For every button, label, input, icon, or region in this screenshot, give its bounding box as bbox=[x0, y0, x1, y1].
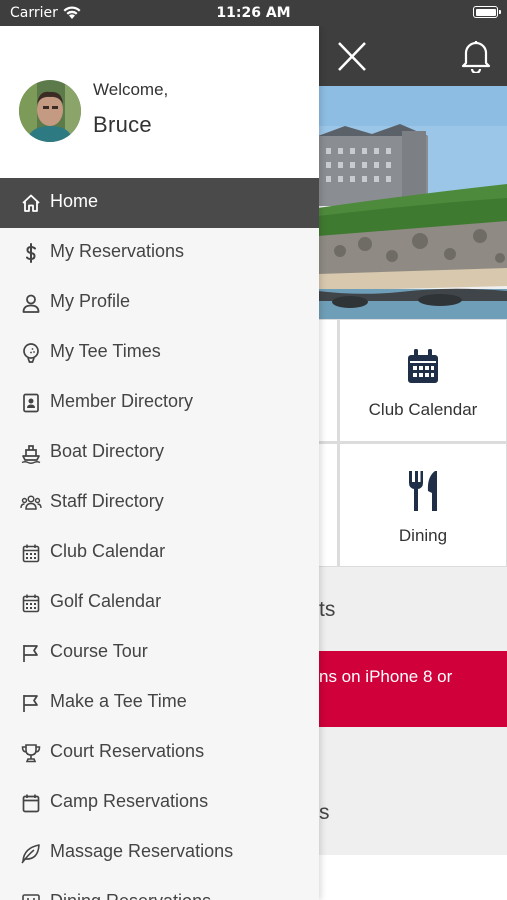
users-icon bbox=[20, 495, 42, 510]
boat-icon bbox=[21, 445, 41, 464]
menu-item-camp-reservations[interactable]: Camp Reservations bbox=[0, 778, 319, 828]
menu-item-label: My Reservations bbox=[50, 241, 185, 261]
calendar-blank-icon bbox=[22, 794, 40, 813]
menu-item-member-directory[interactable]: Member Directory bbox=[0, 378, 319, 428]
menu-item-my-tee-times[interactable]: My Tee Times bbox=[0, 328, 319, 378]
bell-icon bbox=[461, 41, 491, 75]
section-title: s bbox=[319, 801, 330, 824]
tile-hidden-2[interactable] bbox=[318, 444, 337, 566]
menu-item-label: My Tee Times bbox=[50, 341, 161, 361]
alert-text: ns on iPhone 8 or bbox=[319, 667, 453, 686]
notifications-button[interactable] bbox=[460, 39, 494, 75]
menu-item-home[interactable]: Home bbox=[0, 178, 319, 228]
trophy-icon bbox=[21, 744, 41, 763]
calendar-icon bbox=[22, 544, 40, 563]
status-bar: Carrier 11:26 AM bbox=[0, 0, 507, 26]
avatar bbox=[19, 80, 81, 142]
menu-item-my-profile[interactable]: My Profile bbox=[0, 278, 319, 328]
menu-item-golf-calendar[interactable]: Golf Calendar bbox=[0, 578, 319, 628]
menu-item-label: Home bbox=[50, 191, 99, 211]
menu-item-label: Club Calendar bbox=[50, 541, 166, 561]
menu-item-label: Boat Directory bbox=[50, 441, 165, 461]
menu-item-club-calendar[interactable]: Club Calendar bbox=[0, 528, 319, 578]
menu-item-label: Course Tour bbox=[50, 641, 148, 661]
menu-item-my-reservations[interactable]: My Reservations bbox=[0, 228, 319, 278]
leaf-icon bbox=[21, 844, 40, 864]
drawer-menu: Home My Reservations My Profile My Tee T… bbox=[0, 178, 319, 900]
battery-icon bbox=[473, 6, 501, 18]
contact-card-icon bbox=[23, 393, 39, 413]
tile-label: Dining bbox=[398, 526, 448, 545]
home-icon bbox=[22, 194, 40, 212]
clock: 11:26 AM bbox=[216, 5, 291, 21]
fork-knife-icon bbox=[409, 471, 437, 511]
menu-item-court-reservations[interactable]: Court Reservations bbox=[0, 728, 319, 778]
tile-club-calendar[interactable]: Club Calendar bbox=[340, 320, 506, 441]
golf-ball-icon bbox=[23, 343, 39, 363]
menu-item-label: Make a Tee Time bbox=[50, 691, 187, 711]
tile-dining[interactable]: Dining bbox=[340, 444, 506, 566]
close-icon bbox=[338, 42, 366, 71]
calendar-icon bbox=[408, 349, 438, 383]
menu-item-boat-directory[interactable]: Boat Directory bbox=[0, 428, 319, 478]
menu-item-label: Camp Reservations bbox=[50, 791, 209, 811]
user-name: Bruce bbox=[93, 112, 152, 137]
section-title: ts bbox=[319, 598, 336, 621]
calendar-icon bbox=[22, 594, 40, 613]
menu-item-label: My Profile bbox=[50, 291, 131, 311]
menu-item-label: Member Directory bbox=[50, 391, 194, 411]
menu-item-dining-reservations[interactable]: Dining Reservations bbox=[0, 878, 319, 900]
menu-item-massage-reservations[interactable]: Massage Reservations bbox=[0, 828, 319, 878]
menu-item-label: Dining Reservations bbox=[50, 891, 211, 900]
menu-item-label: Staff Directory bbox=[50, 491, 164, 511]
close-menu-button[interactable] bbox=[334, 40, 374, 74]
menu-item-label: Golf Calendar bbox=[50, 591, 162, 611]
user-icon bbox=[22, 294, 40, 313]
menu-item-staff-directory[interactable]: Staff Directory bbox=[0, 478, 319, 528]
flag-icon bbox=[23, 645, 38, 662]
dining-icon bbox=[22, 894, 40, 900]
dollar-icon bbox=[26, 243, 36, 263]
profile-header[interactable]: Welcome, Bruce bbox=[0, 26, 319, 178]
welcome-text: Welcome, bbox=[93, 80, 169, 99]
flag-icon bbox=[23, 695, 38, 712]
menu-item-label: Court Reservations bbox=[50, 741, 205, 761]
tile-hidden-1[interactable] bbox=[318, 320, 337, 441]
menu-item-make-a-tee-time[interactable]: Make a Tee Time bbox=[0, 678, 319, 728]
tile-label: Club Calendar bbox=[368, 400, 478, 419]
menu-item-label: Massage Reservations bbox=[50, 841, 234, 861]
navigation-drawer: Welcome, Bruce Home My Reservations My P… bbox=[0, 26, 319, 900]
menu-item-course-tour[interactable]: Course Tour bbox=[0, 628, 319, 678]
